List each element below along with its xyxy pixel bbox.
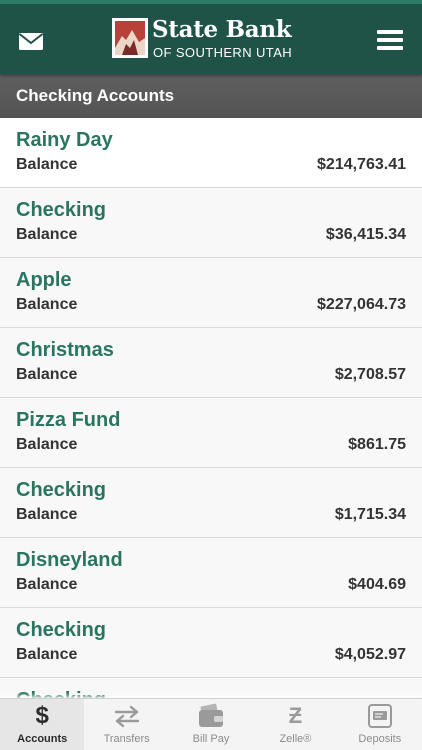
- account-row[interactable]: Checking Balance $36,415.34: [0, 188, 422, 258]
- account-list: Rainy Day Balance $214,763.41 Checking B…: [0, 118, 422, 698]
- check-deposit-icon: [367, 704, 392, 728]
- balance-value: $214,763.41: [317, 156, 406, 173]
- tab-label: Bill Pay: [192, 733, 230, 745]
- balance-label: Balance: [16, 226, 78, 243]
- balance-value: $861.75: [348, 436, 406, 453]
- balance-value: $36,415.34: [325, 226, 406, 243]
- tab-bill-pay[interactable]: Bill Pay: [169, 699, 253, 750]
- account-name: Checking: [16, 199, 107, 221]
- zelle-icon: Ƶ: [288, 703, 303, 728]
- account-row[interactable]: Checking Balance $1,715.34: [0, 468, 422, 538]
- account-name: Rainy Day: [16, 129, 113, 151]
- tab-zelle[interactable]: Ƶ Zelle®: [253, 699, 337, 750]
- bank-subtitle: OF SOUTHERN UTAH: [153, 45, 293, 60]
- bank-logo-mark-icon: [112, 18, 148, 58]
- account-name: Pizza Fund: [16, 409, 121, 431]
- wallet-icon: [199, 703, 224, 727]
- balance-label: Balance: [16, 436, 78, 453]
- balance-value: $2,708.57: [334, 366, 406, 383]
- tab-transfers[interactable]: Transfers: [84, 699, 168, 750]
- account-row[interactable]: Christmas Balance $2,708.57: [0, 328, 422, 398]
- app-header: State Bank OF SOUTHERN UTAH: [0, 0, 422, 74]
- balance-label: Balance: [16, 296, 78, 313]
- account-row[interactable]: Rainy Day Balance $214,763.41: [0, 118, 422, 188]
- tab-label: Deposits: [358, 733, 402, 745]
- balance-value: $404.69: [348, 576, 406, 593]
- section-title: Checking Accounts: [0, 74, 422, 118]
- tab-deposits[interactable]: Deposits: [338, 699, 422, 750]
- bank-logo: State Bank OF SOUTHERN UTAH: [112, 16, 302, 62]
- balance-value: $4,052.97: [334, 646, 406, 663]
- account-row[interactable]: Disneyland Balance $404.69: [0, 538, 422, 608]
- account-name: Checking: [16, 689, 106, 698]
- account-name: Disneyland: [16, 549, 123, 571]
- balance-label: Balance: [16, 646, 78, 663]
- balance-label: Balance: [16, 366, 78, 383]
- account-row[interactable]: Pizza Fund Balance $861.75: [0, 398, 422, 468]
- balance-label: Balance: [16, 506, 78, 523]
- tab-label: Accounts: [17, 733, 68, 745]
- balance-value: $227,064.73: [317, 296, 406, 313]
- bottom-tab-bar: $ Accounts Transfers Bill Pay Ƶ Zelle® D…: [0, 698, 422, 750]
- envelope-icon[interactable]: [18, 30, 44, 52]
- account-name: Apple: [16, 269, 72, 291]
- account-name: Checking: [16, 479, 107, 501]
- account-name: Checking: [16, 619, 107, 641]
- hamburger-menu-icon[interactable]: [376, 27, 404, 53]
- transfer-arrows-icon: [114, 705, 139, 728]
- dollar-icon: $: [35, 702, 49, 729]
- account-row[interactable]: Apple Balance $227,064.73: [0, 258, 422, 328]
- account-row[interactable]: Checking: [0, 678, 422, 698]
- account-name: Christmas: [16, 339, 114, 361]
- bank-name: State Bank: [152, 16, 292, 43]
- balance-value: $1,715.34: [334, 506, 406, 523]
- tab-label: Transfers: [103, 733, 150, 745]
- tab-label: Zelle®: [279, 733, 312, 745]
- tab-accounts[interactable]: $ Accounts: [0, 699, 85, 750]
- account-row[interactable]: Checking Balance $4,052.97: [0, 608, 422, 678]
- balance-label: Balance: [16, 156, 78, 173]
- balance-label: Balance: [16, 576, 78, 593]
